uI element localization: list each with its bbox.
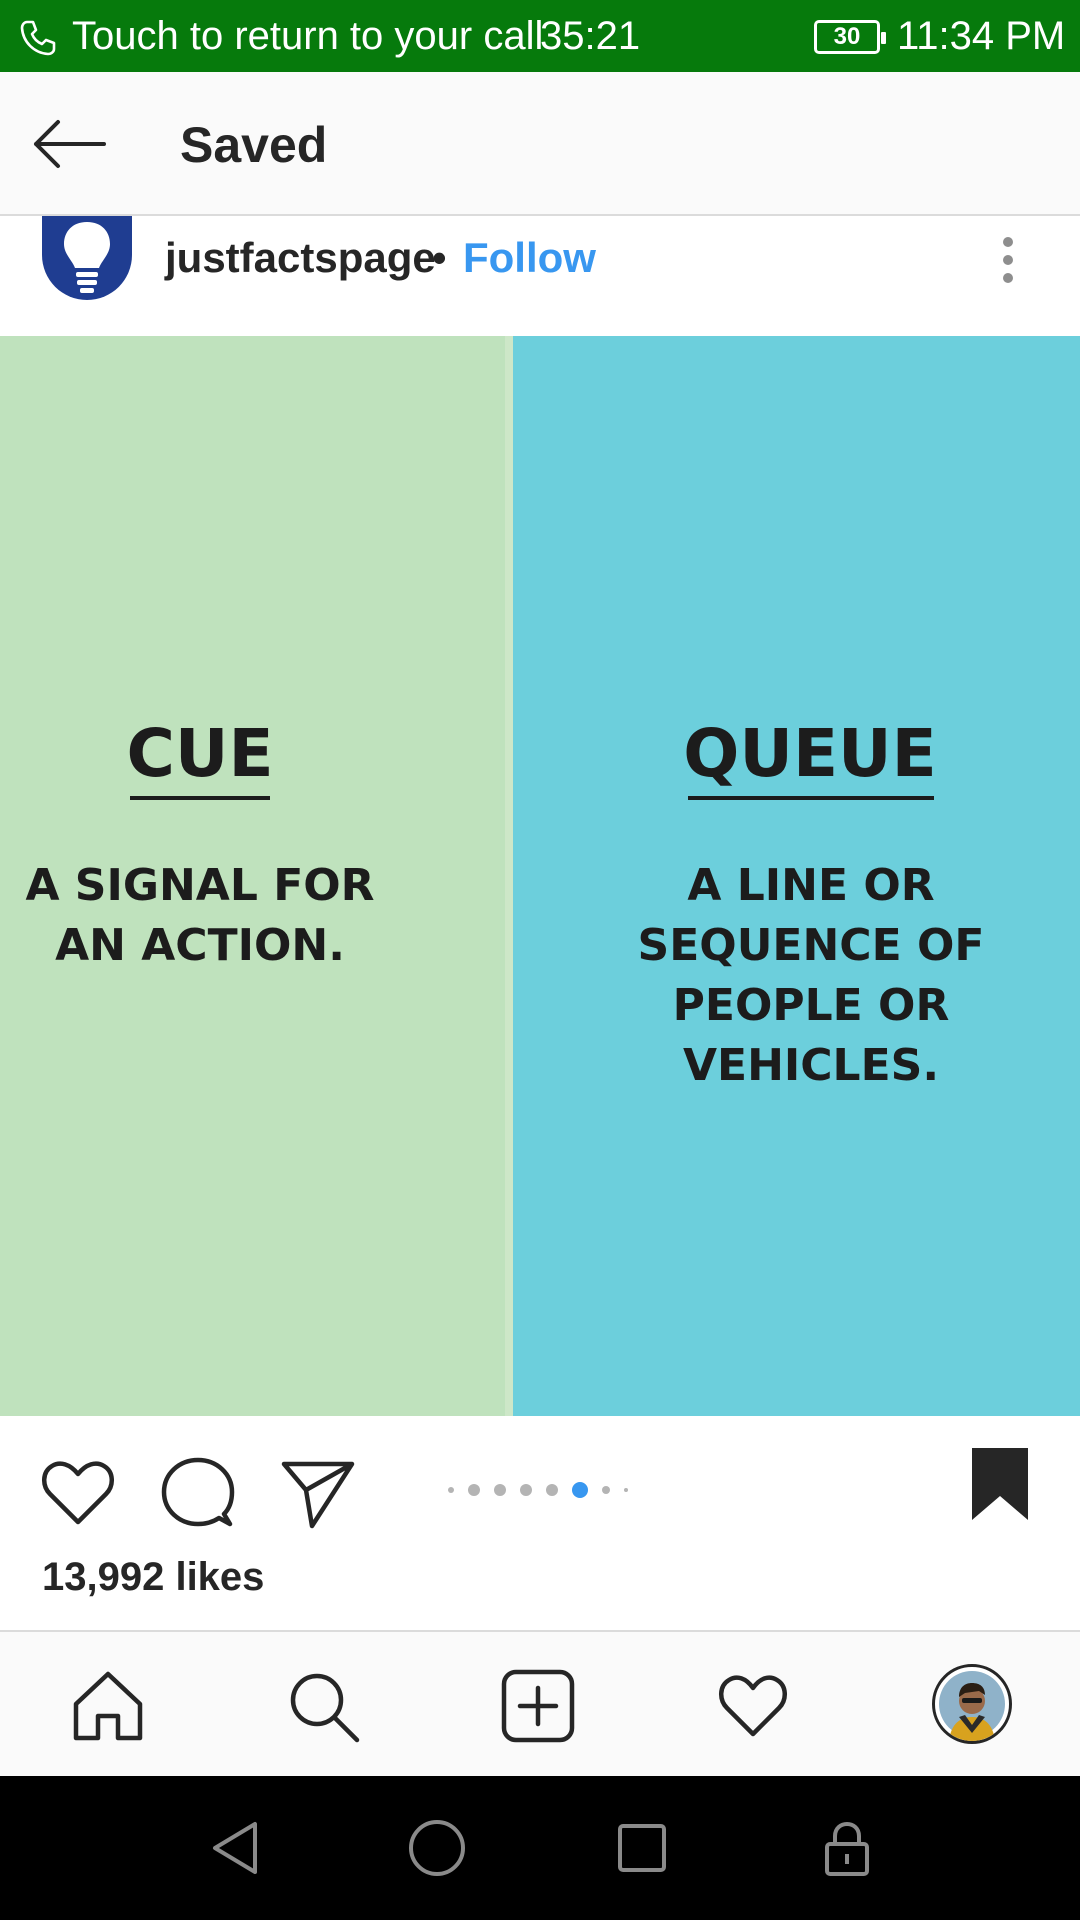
arrow-left-icon[interactable] — [28, 112, 110, 176]
post-username[interactable]: justfactspage — [165, 234, 436, 282]
phone-icon — [20, 20, 56, 56]
lightbulb-icon — [64, 222, 110, 293]
heart-icon[interactable] — [38, 1452, 118, 1532]
more-options-icon[interactable] — [990, 234, 1026, 286]
carousel-indicator — [448, 1480, 642, 1500]
carousel-dot — [468, 1484, 480, 1496]
profile-photo-icon — [939, 1671, 1005, 1741]
carousel-dot — [448, 1487, 454, 1493]
profile-avatar[interactable] — [932, 1664, 1012, 1744]
account-avatar[interactable] — [42, 216, 132, 300]
comment-icon[interactable] — [158, 1452, 238, 1532]
word-queue: QUEUE — [683, 715, 937, 792]
word-cue: CUE — [126, 715, 274, 792]
return-to-call-text[interactable]: Touch to return to your call — [72, 13, 543, 59]
post-image[interactable]: CUE A SIGNAL FOR AN ACTION. QUEUE A LINE… — [0, 336, 1080, 1416]
carousel-dot — [602, 1486, 610, 1494]
send-icon[interactable] — [278, 1452, 358, 1532]
search-icon[interactable] — [285, 1668, 361, 1744]
page-title: Saved — [180, 117, 328, 173]
status-clock: 11:34 PM — [897, 14, 1066, 58]
bookmark-filled-icon[interactable] — [968, 1444, 1032, 1524]
home-circle-icon[interactable] — [405, 1816, 469, 1880]
definition-cue: A SIGNAL FOR AN ACTION. — [25, 860, 375, 971]
system-navigation-bar — [0, 1776, 1080, 1920]
post-header: justfactspage • Follow — [0, 216, 1080, 336]
post-actions — [0, 1416, 1080, 1546]
definition-queue: A LINE OR SEQUENCE OF PEOPLE OR VEHICLES… — [637, 860, 985, 1091]
image-divider — [505, 336, 513, 1416]
carousel-dot — [494, 1484, 506, 1496]
likes-count[interactable]: 13,992 likes — [42, 1552, 264, 1602]
top-app-bar: Saved — [0, 72, 1080, 216]
carousel-dot — [624, 1488, 628, 1492]
back-triangle-icon[interactable] — [205, 1816, 269, 1880]
carousel-dot — [546, 1484, 558, 1496]
recents-square-icon[interactable] — [610, 1816, 674, 1880]
carousel-dot-active — [572, 1482, 588, 1498]
carousel-dot — [520, 1484, 532, 1496]
activity-heart-icon[interactable] — [715, 1668, 791, 1744]
lock-icon[interactable] — [815, 1816, 879, 1880]
bottom-navigation — [0, 1630, 1080, 1776]
call-status-bar[interactable]: Touch to return to your call 35:21 30 11… — [0, 0, 1080, 72]
new-post-icon[interactable] — [500, 1668, 576, 1744]
separator-dot: • — [432, 234, 447, 281]
follow-button[interactable]: Follow — [463, 234, 596, 282]
battery-icon: 30 — [814, 20, 886, 54]
underline-queue — [688, 796, 934, 800]
home-icon[interactable] — [70, 1668, 146, 1744]
underline-cue — [130, 796, 270, 800]
call-timer: 35:21 — [540, 14, 641, 58]
